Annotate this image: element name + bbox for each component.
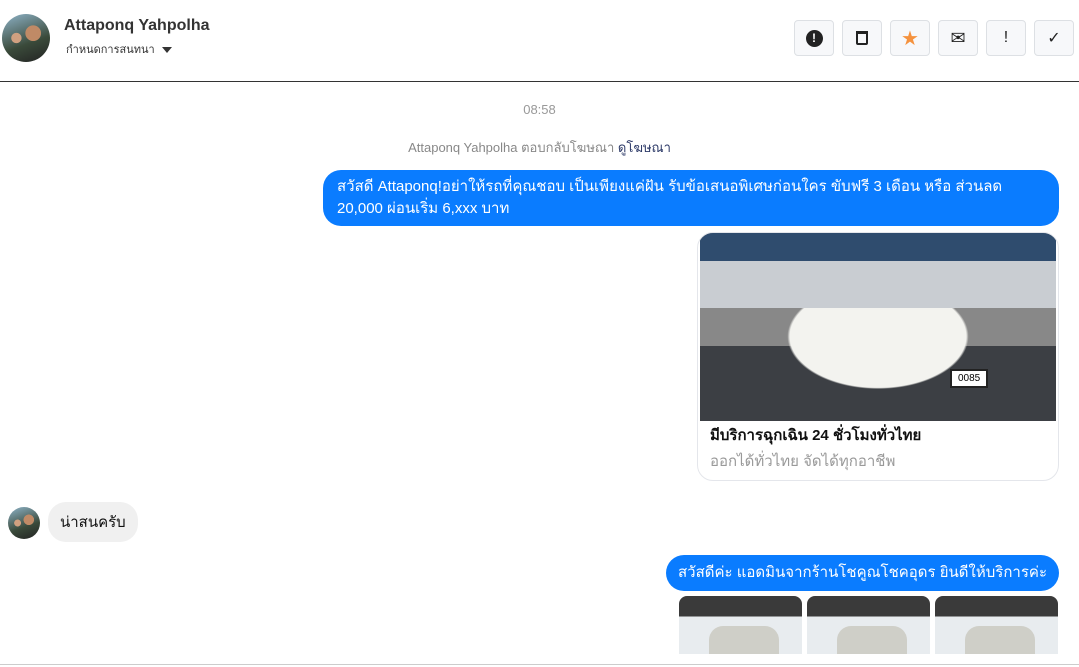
conversation-settings-dropdown[interactable]: กำหนดการสนทนา [66, 40, 172, 58]
carousel-image[interactable] [807, 596, 930, 654]
contact-name: Attaponq Yahpolha [64, 17, 210, 34]
sender-avatar [8, 507, 40, 539]
car-image: 0085 [700, 233, 1056, 421]
caret-down-icon [161, 47, 172, 54]
view-ad-link[interactable]: ดูโฆษณา [618, 140, 671, 155]
star-icon: ★ [901, 27, 919, 50]
card-subtitle: ออกได้ทั่วไทย จัดได้ทุกอาชีพ [710, 453, 896, 470]
delete-button[interactable] [842, 20, 882, 56]
divider [0, 664, 1079, 665]
mark-unread-button[interactable]: ✉ [938, 20, 978, 56]
card-title: มีบริการฉุกเฉิน 24 ชั่วโมงทั่วไทย [710, 427, 922, 444]
conversation-header: Attaponq Yahpolha กำหนดการสนทนา ! ★ ✉ ! … [0, 0, 1079, 82]
timestamp: 08:58 [523, 102, 556, 117]
alert-circle-icon: ! [805, 29, 823, 47]
carousel-image[interactable] [679, 596, 802, 654]
reply-note-text: Attaponq Yahpolha ตอบกลับโฆษณา [408, 140, 615, 155]
check-icon: ✓ [1047, 30, 1061, 47]
ad-reply-note: Attaponq Yahpolha ตอบกลับโฆษณา ดูโฆษณา [0, 137, 1079, 158]
mark-done-button[interactable]: ✓ [1034, 20, 1074, 56]
outgoing-message: สวัสดีค่ะ แอดมินจากร้านโชคูณโชคอุดร ยินด… [666, 555, 1059, 591]
image-carousel [679, 596, 1058, 654]
incoming-message: น่าสนครับ [48, 502, 138, 542]
dropdown-label: กำหนดการสนทนา [66, 44, 155, 56]
ad-card[interactable]: 0085 มีบริการฉุกเฉิน 24 ชั่วโมงทั่วไทย อ… [697, 232, 1059, 481]
avatar[interactable] [2, 14, 50, 62]
license-plate: 0085 [950, 369, 989, 388]
report-button[interactable]: ! [794, 20, 834, 56]
star-button[interactable]: ★ [890, 20, 930, 56]
trash-icon [856, 31, 868, 45]
carousel-image[interactable] [935, 596, 1058, 654]
important-button[interactable]: ! [986, 20, 1026, 56]
envelope-icon: ✉ [950, 27, 966, 48]
outgoing-message: สวัสดี Attaponq!อย่าให้รถที่คุณชอบ เป็นเ… [323, 170, 1059, 226]
exclamation-icon: ! [1003, 29, 1009, 46]
